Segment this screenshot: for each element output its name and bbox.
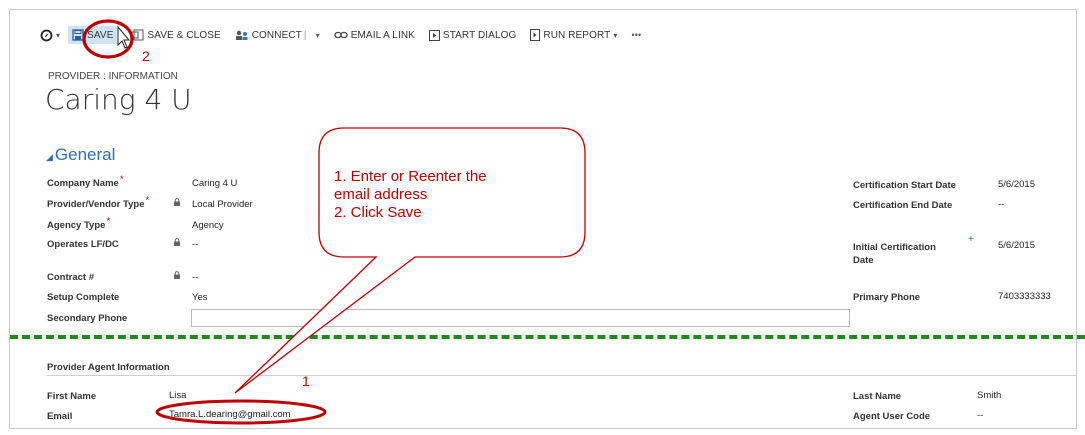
annotation-overlay: 1. Enter or Reenter the email address 2.…	[82, 19, 586, 425]
callout-line-1: 1. Enter or Reenter the	[334, 168, 487, 185]
email-highlight-oval	[155, 399, 327, 425]
annotation-number-1: 1	[302, 373, 310, 389]
annotation-number-2: 2	[142, 48, 150, 64]
callout-line-3: 2. Click Save	[334, 204, 422, 221]
callout-line-2: email address	[334, 186, 427, 203]
